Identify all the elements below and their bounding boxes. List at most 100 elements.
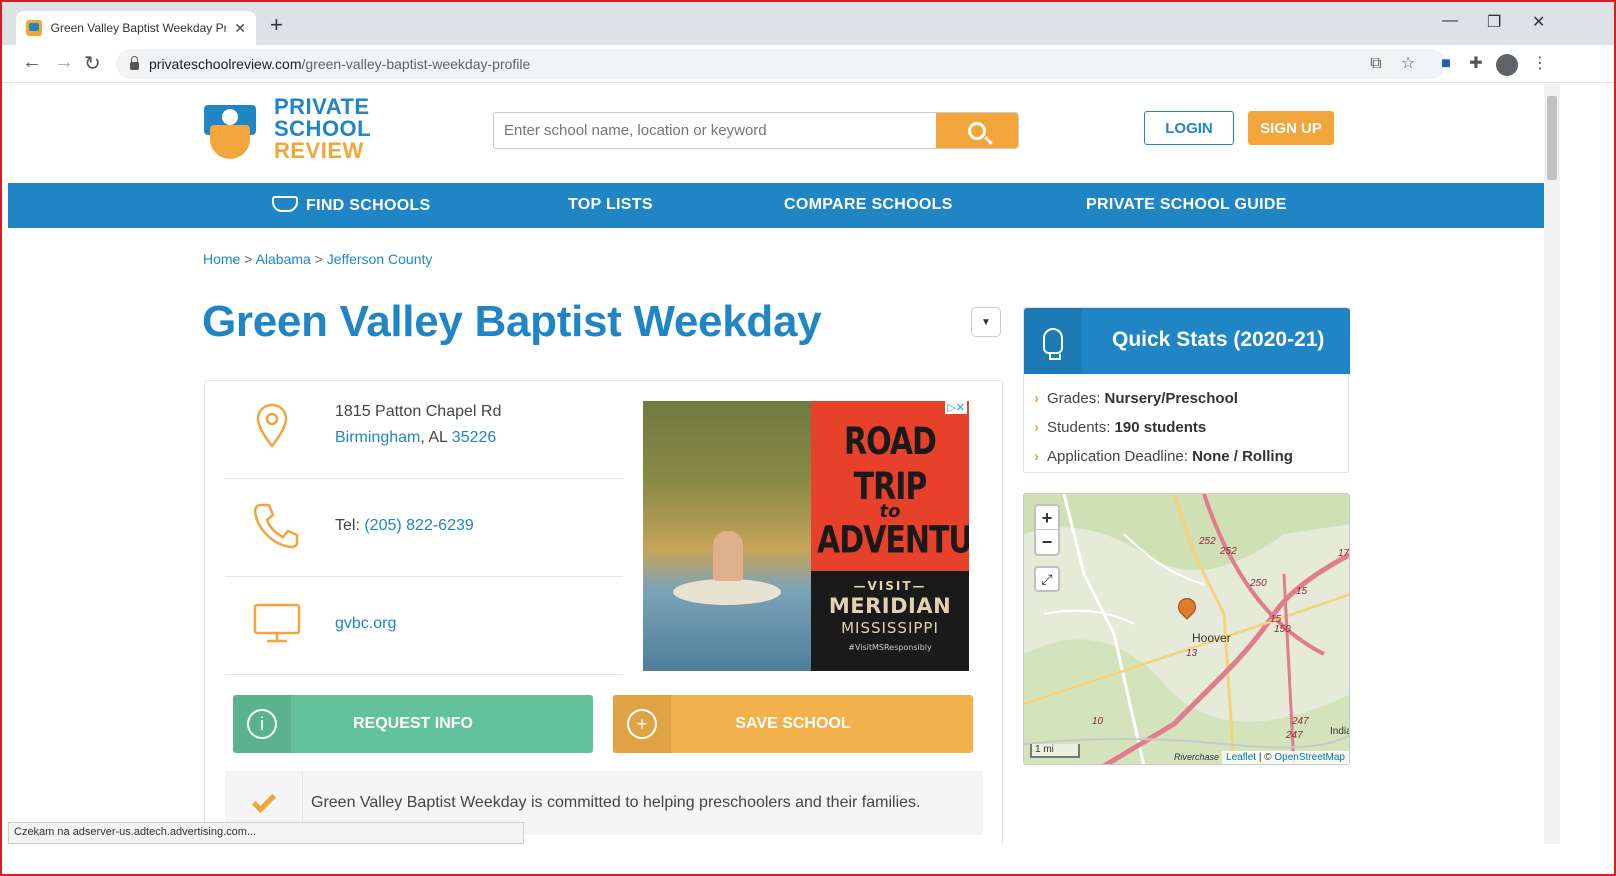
url-domain: privateschoolreview.com bbox=[149, 56, 302, 72]
phone-link[interactable]: (205) 822-6239 bbox=[364, 517, 473, 534]
location-pin-icon bbox=[256, 403, 288, 448]
forward-arrow-icon[interactable]: → bbox=[54, 51, 74, 74]
quick-stats-title: Quick Stats (2020-21) bbox=[1112, 328, 1325, 351]
quick-stats-panel: Quick Stats (2020-21) › Grades: Nursery/P… bbox=[1023, 307, 1350, 473]
browser-tab-strip: Green Valley Baptist Weekday Pr ✕ + — ❐ … bbox=[2, 2, 1614, 45]
stat-students: › Students: 190 students bbox=[1034, 419, 1207, 436]
tab-close-icon[interactable]: ✕ bbox=[234, 20, 246, 37]
map-road-label: 10 bbox=[1092, 716, 1104, 727]
site-favicon-icon bbox=[26, 20, 42, 36]
map-road-label: 13 bbox=[1186, 648, 1198, 659]
map-road-label: 247 bbox=[1286, 730, 1303, 741]
main-nav: FIND SCHOOLS TOP LISTS COMPARE SCHOOLS P… bbox=[8, 183, 1544, 228]
zoom-out-button[interactable]: − bbox=[1036, 530, 1058, 554]
page-scrollbar[interactable] bbox=[1544, 84, 1560, 844]
ad-headline-3: ADVENTURE bbox=[817, 518, 969, 563]
request-info-button[interactable]: i REQUEST INFO bbox=[233, 695, 593, 753]
restore-icon[interactable]: ❐ bbox=[1487, 12, 1501, 32]
save-school-button[interactable]: + SAVE SCHOOL bbox=[613, 695, 973, 753]
nav-compare-schools[interactable]: COMPARE SCHOOLS bbox=[784, 196, 953, 214]
map-label-india: India bbox=[1330, 726, 1350, 737]
map-road-label: 150 bbox=[1274, 624, 1291, 635]
ad-headline-1: ROAD TRIP bbox=[844, 420, 937, 509]
advertisement[interactable]: ROAD TRIP to ADVENTURE —VISIT— MERIDIAN … bbox=[643, 401, 969, 671]
bookmark-star-icon[interactable]: ☆ bbox=[1398, 54, 1418, 74]
openstreetmap-link[interactable]: OpenStreetMap bbox=[1274, 752, 1345, 763]
page-title: Green Valley Baptist Weekday bbox=[202, 297, 822, 346]
ad-state: MISSISSIPPI bbox=[841, 619, 939, 637]
zip-link[interactable]: 35226 bbox=[452, 429, 497, 446]
fullscreen-icon[interactable]: ⤢ bbox=[1034, 566, 1060, 592]
map-label-hoover: Hoover bbox=[1192, 631, 1231, 645]
mission-text: Green Valley Baptist Weekday is committe… bbox=[311, 794, 921, 811]
address-line1: 1815 Patton Chapel Rd bbox=[335, 403, 502, 420]
extension-icon[interactable]: ■ bbox=[1436, 54, 1456, 74]
address-bar[interactable]: privateschoolreview.com/green-valley-bap… bbox=[116, 49, 1446, 79]
map-zoom-control: + − bbox=[1034, 504, 1060, 556]
plus-circle-icon: + bbox=[627, 709, 657, 739]
breadcrumb-home[interactable]: Home bbox=[203, 251, 240, 267]
map-road-label: 252 bbox=[1220, 546, 1237, 557]
checkmark-icon bbox=[251, 788, 276, 814]
map-road-label: 17 bbox=[1338, 548, 1350, 559]
browser-status-bar: Czekam na adserver-us.adtech.advertising… bbox=[8, 822, 524, 844]
translate-icon[interactable]: ⧉ bbox=[1366, 54, 1386, 74]
ad-visit: —VISIT— bbox=[853, 579, 927, 593]
graduation-cap-icon bbox=[272, 196, 298, 212]
search-input[interactable] bbox=[494, 113, 936, 148]
signup-button[interactable]: SIGN UP bbox=[1248, 111, 1334, 145]
browser-menu-icon[interactable]: ⋮ bbox=[1530, 54, 1550, 74]
map-scale: 1 mi bbox=[1030, 744, 1080, 758]
logo-text-private: PRIVATE bbox=[274, 94, 370, 119]
minimize-icon[interactable]: — bbox=[1442, 12, 1458, 30]
chevron-right-icon: › bbox=[1034, 390, 1039, 407]
website-link[interactable]: gvbc.org bbox=[335, 615, 396, 632]
logo-mark-icon bbox=[204, 97, 266, 161]
location-map[interactable]: + − ⤢ Hoover 252 252 250 15 150 17 13 10… bbox=[1023, 493, 1350, 765]
options-dropdown-chevron-icon[interactable]: ▼ bbox=[971, 307, 1001, 337]
leaflet-link[interactable]: Leaflet bbox=[1226, 752, 1256, 763]
breadcrumb-county[interactable]: Jefferson County bbox=[327, 251, 433, 267]
ad-city: MERIDIAN bbox=[828, 594, 952, 618]
back-arrow-icon[interactable]: ← bbox=[22, 51, 42, 74]
reload-icon[interactable]: ↻ bbox=[84, 51, 101, 76]
info-icon: i bbox=[247, 709, 277, 739]
login-button[interactable]: LOGIN bbox=[1144, 111, 1234, 145]
zoom-in-button[interactable]: + bbox=[1036, 506, 1058, 530]
ad-kayak-image bbox=[643, 401, 811, 671]
map-attribution: Leaflet | © OpenStreetMap bbox=[1222, 751, 1349, 764]
lock-icon bbox=[130, 56, 139, 70]
logo-text-review: REVIEW bbox=[274, 138, 364, 163]
nav-top-lists[interactable]: TOP LISTS bbox=[568, 196, 653, 214]
map-label-riverchase: Riverchase bbox=[1174, 752, 1220, 762]
web-page: PRIVATE SCHOOL REVIEW LOGIN SIGN UP FIND… bbox=[8, 84, 1544, 844]
website-row: gvbc.org bbox=[225, 577, 623, 675]
new-tab-plus-icon[interactable]: + bbox=[270, 12, 283, 38]
stat-grades: › Grades: Nursery/Preschool bbox=[1034, 390, 1238, 407]
nav-private-school-guide[interactable]: PRIVATE SCHOOL GUIDE bbox=[1086, 196, 1287, 214]
breadcrumb: Home > Alabama > Jefferson County bbox=[203, 251, 433, 267]
extensions-puzzle-icon[interactable]: ✚ bbox=[1466, 54, 1486, 74]
site-search bbox=[493, 112, 1019, 149]
chevron-right-icon: › bbox=[1034, 419, 1039, 436]
map-road-label: 15 bbox=[1296, 586, 1308, 597]
browser-toolbar: ← → ↻ privateschoolreview.com/green-vall… bbox=[2, 45, 1614, 83]
close-window-icon[interactable]: ✕ bbox=[1532, 12, 1545, 32]
search-button[interactable] bbox=[936, 113, 1018, 148]
breadcrumb-state[interactable]: Alabama bbox=[256, 251, 311, 267]
phone-row: Tel: (205) 822-6239 bbox=[225, 479, 623, 577]
phone-icon bbox=[253, 503, 299, 549]
tab-title: Green Valley Baptist Weekday Pr bbox=[50, 21, 227, 35]
city-link[interactable]: Birmingham bbox=[335, 429, 420, 446]
profile-avatar-icon[interactable] bbox=[1496, 54, 1518, 76]
browser-tab[interactable]: Green Valley Baptist Weekday Pr ✕ bbox=[16, 11, 256, 45]
nav-find-schools[interactable]: FIND SCHOOLS bbox=[272, 196, 431, 215]
map-road-label: 252 bbox=[1199, 536, 1216, 547]
site-logo[interactable]: PRIVATE SCHOOL REVIEW bbox=[204, 96, 371, 162]
scrollbar-thumb[interactable] bbox=[1547, 96, 1557, 180]
map-road-label: 250 bbox=[1250, 578, 1267, 589]
search-icon bbox=[968, 121, 986, 140]
computer-monitor-icon bbox=[253, 603, 301, 643]
address-row: 1815 Patton Chapel Rd Birmingham, AL 352… bbox=[225, 381, 623, 479]
adchoices-close-icon[interactable]: ▷✕ bbox=[945, 401, 967, 414]
